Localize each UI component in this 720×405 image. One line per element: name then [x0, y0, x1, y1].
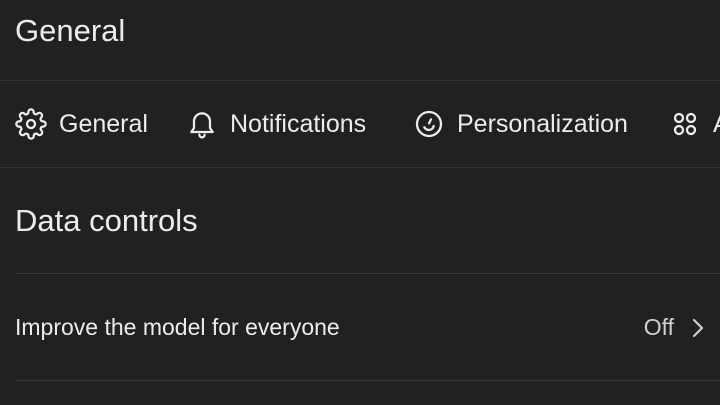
tab-general-label: General	[59, 110, 148, 138]
gear-icon	[15, 108, 47, 140]
settings-page: General General Notifications Personaliz…	[0, 0, 720, 405]
tab-apps[interactable]: A	[669, 82, 720, 166]
tab-apps-label: A	[713, 109, 720, 139]
setting-label: Improve the model for everyone	[15, 314, 340, 340]
tab-notifications-label: Notifications	[230, 110, 367, 138]
settings-tabs: General Notifications Personalization	[0, 82, 720, 166]
bell-icon	[186, 108, 218, 140]
personalization-icon	[413, 108, 445, 140]
page-title: General	[15, 13, 126, 48]
tab-notifications[interactable]: Notifications	[186, 82, 366, 166]
setting-value: Off	[643, 314, 674, 340]
section-title: Data controls	[15, 203, 198, 238]
tab-personalization-label: Personalization	[457, 110, 628, 138]
section-divider	[15, 273, 720, 274]
improve-model-setting-row[interactable]: Improve the model for everyone Off	[15, 276, 720, 380]
tabs-divider	[0, 167, 720, 168]
tab-personalization[interactable]: Personalization	[413, 82, 628, 166]
chevron-right-icon	[688, 316, 708, 340]
header-divider	[0, 80, 720, 81]
apps-grid-icon	[669, 108, 701, 140]
tab-general[interactable]: General	[15, 82, 148, 166]
row-divider	[15, 380, 720, 381]
header: General	[0, 0, 720, 80]
